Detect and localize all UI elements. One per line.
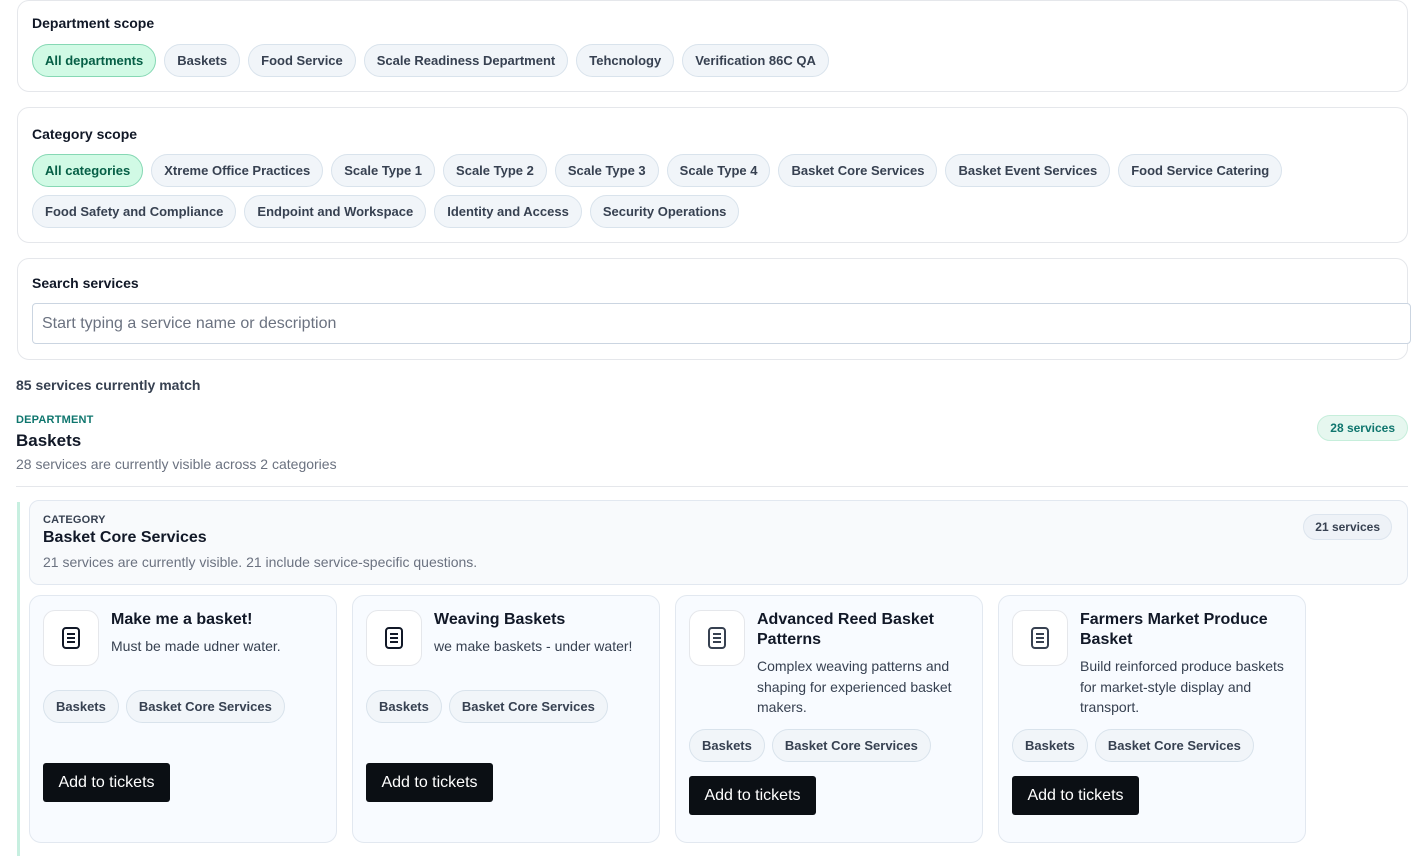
service-title: Farmers Market Produce Basket: [1080, 611, 1268, 648]
chip-scale-type-3[interactable]: Scale Type 3: [554, 154, 659, 187]
tag-department: Baskets: [43, 690, 119, 723]
document-icon: [43, 610, 99, 666]
add-to-tickets-button[interactable]: Add to tickets: [1012, 776, 1139, 815]
service-description: Must be made udner water.: [111, 638, 281, 654]
category-chip-list: All categories Xtreme Office Practices S…: [32, 154, 1393, 228]
category-rail: [17, 502, 20, 856]
chip-food-safety[interactable]: Food Safety and Compliance: [32, 195, 237, 228]
chip-security-operations[interactable]: Security Operations: [589, 195, 740, 228]
document-icon: [689, 610, 745, 666]
service-title: Make me a basket!: [111, 611, 253, 628]
document-icon: [366, 610, 422, 666]
service-tags: Baskets Basket Core Services: [1012, 729, 1254, 762]
department-subtitle: 28 services are currently visible across…: [16, 456, 337, 472]
category-header: CATEGORY Basket Core Services 21 service…: [29, 500, 1408, 585]
add-to-tickets-button[interactable]: Add to tickets: [43, 763, 170, 802]
service-description: Complex weaving patterns and shaping for…: [757, 658, 952, 715]
service-card: Advanced Reed Basket Patterns Complex we…: [675, 595, 983, 843]
department-kicker: DEPARTMENT: [16, 414, 94, 426]
chip-technology[interactable]: Tehcnology: [576, 44, 675, 77]
chip-all-departments[interactable]: All departments: [32, 44, 157, 77]
search-input[interactable]: [32, 303, 1411, 344]
chip-baskets[interactable]: Baskets: [164, 44, 241, 77]
chip-food-service[interactable]: Food Service: [248, 44, 356, 77]
service-tags: Baskets Basket Core Services: [43, 690, 285, 723]
service-title: Advanced Reed Basket Patterns: [757, 611, 934, 648]
category-scope-panel: Category scope All categories Xtreme Off…: [17, 107, 1408, 243]
document-icon: [1012, 610, 1068, 666]
tag-category: Basket Core Services: [448, 690, 608, 723]
service-card: Weaving Baskets we make baskets - under …: [352, 595, 660, 843]
service-description: Build reinforced produce baskets for mar…: [1080, 658, 1284, 715]
department-chip-list: All departments Baskets Food Service Sca…: [32, 44, 1393, 77]
category-name: Basket Core Services: [43, 529, 207, 546]
chip-identity-access[interactable]: Identity and Access: [434, 195, 582, 228]
tag-department: Baskets: [1012, 729, 1088, 762]
chip-food-service-catering[interactable]: Food Service Catering: [1118, 154, 1283, 187]
tag-category: Basket Core Services: [1094, 729, 1254, 762]
chip-all-categories[interactable]: All categories: [32, 154, 144, 187]
category-kicker: CATEGORY: [43, 514, 106, 526]
service-title: Weaving Baskets: [434, 611, 566, 628]
chip-scale-type-1[interactable]: Scale Type 1: [331, 154, 436, 187]
service-description: we make baskets - under water!: [434, 638, 633, 654]
search-panel: Search services: [17, 258, 1411, 360]
department-scope-panel: Department scope All departments Baskets…: [17, 0, 1408, 92]
match-count: 85 services currently match: [16, 377, 201, 393]
service-tags: Baskets Basket Core Services: [689, 729, 931, 762]
category-count-badge: 21 services: [1303, 514, 1392, 540]
service-card: Make me a basket! Must be made udner wat…: [29, 595, 337, 843]
department-scope-title: Department scope: [32, 15, 155, 31]
category-subtitle: 21 services are currently visible. 21 in…: [43, 554, 478, 570]
tag-category: Basket Core Services: [771, 729, 931, 762]
chip-scale-type-4[interactable]: Scale Type 4: [666, 154, 771, 187]
department-count-badge: 28 services: [1317, 415, 1408, 441]
search-title: Search services: [32, 275, 139, 291]
category-scope-title: Category scope: [32, 126, 138, 142]
chip-scale-readiness[interactable]: Scale Readiness Department: [363, 44, 569, 77]
tag-department: Baskets: [689, 729, 765, 762]
add-to-tickets-button[interactable]: Add to tickets: [689, 776, 816, 815]
tag-category: Basket Core Services: [125, 690, 285, 723]
divider: [16, 486, 1408, 487]
chip-scale-type-2[interactable]: Scale Type 2: [443, 154, 547, 187]
service-tags: Baskets Basket Core Services: [366, 690, 608, 723]
service-card: Farmers Market Produce Basket Build rein…: [998, 595, 1306, 843]
chip-endpoint-workspace[interactable]: Endpoint and Workspace: [244, 195, 427, 228]
chip-basket-core-services[interactable]: Basket Core Services: [778, 154, 938, 187]
department-name: Baskets: [16, 431, 82, 450]
chip-xtreme-office[interactable]: Xtreme Office Practices: [151, 154, 324, 187]
tag-department: Baskets: [366, 690, 442, 723]
add-to-tickets-button[interactable]: Add to tickets: [366, 763, 493, 802]
chip-basket-event-services[interactable]: Basket Event Services: [945, 154, 1111, 187]
chip-verification-qa[interactable]: Verification 86C QA: [682, 44, 829, 77]
